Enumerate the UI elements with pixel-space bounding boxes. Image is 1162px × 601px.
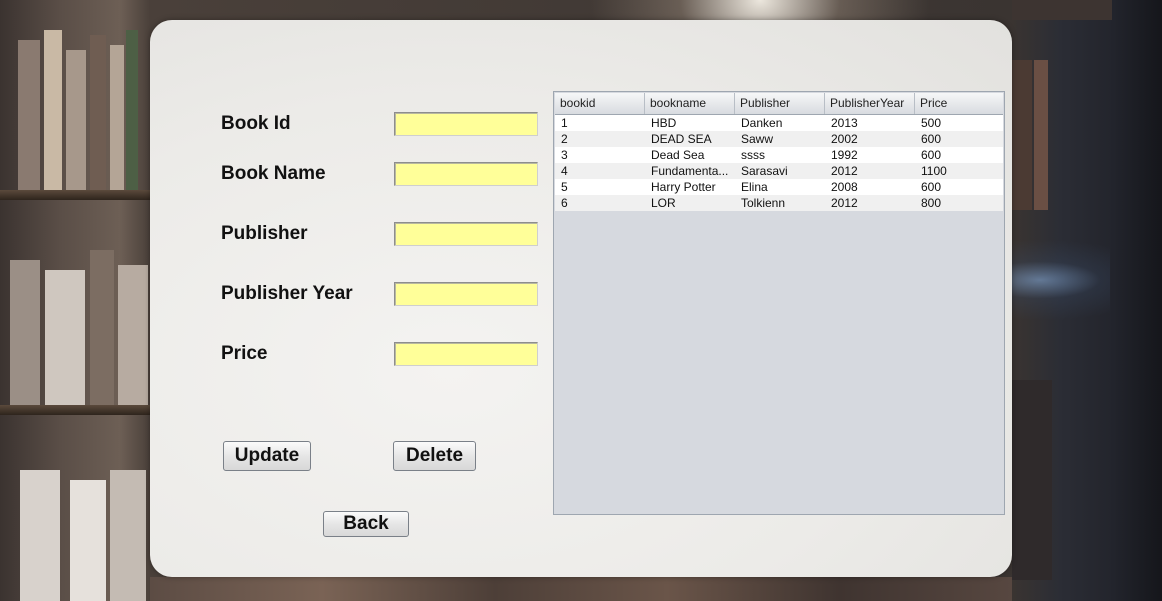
cell-bookname: Harry Potter [651, 180, 716, 194]
cell-price: 500 [921, 116, 942, 130]
table-row[interactable]: 6 LOR Tolkienn 2012 800 [555, 195, 1003, 211]
cell-publisheryear: 2002 [831, 132, 858, 146]
cell-publisher: Saww [741, 132, 774, 146]
cell-price: 600 [921, 132, 942, 146]
update-button[interactable]: Update [223, 441, 311, 471]
back-button[interactable]: Back [323, 511, 409, 537]
cell-price: 1100 [921, 164, 947, 178]
table-header: bookid bookname Publisher PublisherYear … [555, 93, 1003, 115]
delete-button[interactable]: Delete [393, 441, 476, 471]
cell-bookid: 5 [561, 180, 568, 194]
cell-price: 800 [921, 196, 942, 210]
book-spine [110, 470, 146, 601]
table-row[interactable]: 3 Dead Sea ssss 1992 600 [555, 147, 1003, 163]
cell-bookname: Fundamenta... [651, 164, 729, 178]
cell-bookid: 4 [561, 164, 568, 178]
book-id-label: Book Id [221, 113, 291, 134]
book-spine [150, 577, 1012, 601]
book-spine [126, 30, 138, 190]
cell-publisher: ssss [741, 148, 765, 162]
book-spine [110, 45, 124, 190]
shelf-board [0, 405, 150, 415]
book-spine [10, 260, 40, 405]
price-label: Price [221, 343, 268, 364]
book-spine [1110, 0, 1162, 601]
book-id-field[interactable] [394, 112, 538, 136]
column-header-price[interactable]: Price [915, 93, 1003, 114]
cell-bookid: 2 [561, 132, 568, 146]
book-spine [66, 50, 86, 190]
cell-publisheryear: 1992 [831, 148, 858, 162]
cell-bookid: 3 [561, 148, 568, 162]
book-spine [44, 30, 62, 190]
publisher-field[interactable] [394, 222, 538, 246]
cell-bookid: 1 [561, 116, 568, 130]
column-header-bookid[interactable]: bookid [555, 93, 645, 114]
table-row[interactable]: 5 Harry Potter Elina 2008 600 [555, 179, 1003, 195]
table-row[interactable]: 4 Fundamenta... Sarasavi 2012 1100 [555, 163, 1003, 179]
book-spine [20, 470, 60, 601]
cell-price: 600 [921, 148, 942, 162]
publisher-label: Publisher [221, 223, 308, 244]
book-spine [18, 40, 40, 190]
cell-publisheryear: 2012 [831, 196, 858, 210]
cell-publisher: Tolkienn [741, 196, 786, 210]
cell-bookname: Dead Sea [651, 148, 705, 162]
book-spine [1012, 380, 1052, 580]
shelf-board [0, 190, 150, 200]
book-spine [70, 480, 106, 601]
publisher-year-field[interactable] [394, 282, 538, 306]
column-header-bookname[interactable]: bookname [645, 93, 735, 114]
publisher-year-label: Publisher Year [221, 283, 353, 304]
book-name-label: Book Name [221, 163, 326, 184]
book-spine [1034, 60, 1048, 210]
column-header-publisher[interactable]: Publisher [735, 93, 825, 114]
table-row[interactable]: 1 HBD Danken 2013 500 [555, 115, 1003, 131]
cell-bookname: HBD [651, 116, 677, 130]
cell-publisher: Sarasavi [741, 164, 788, 178]
cell-publisheryear: 2012 [831, 164, 858, 178]
book-spine [1012, 0, 1112, 20]
cell-bookname: DEAD SEA [651, 132, 712, 146]
book-spine [90, 250, 114, 405]
cell-publisheryear: 2013 [831, 116, 858, 130]
cell-publisher: Danken [741, 116, 783, 130]
cell-publisheryear: 2008 [831, 180, 858, 194]
books-table[interactable]: bookid bookname Publisher PublisherYear … [553, 91, 1005, 515]
book-spine [90, 35, 106, 190]
cell-price: 600 [921, 180, 942, 194]
table-row[interactable]: 2 DEAD SEA Saww 2002 600 [555, 131, 1003, 147]
cell-bookname: LOR [651, 196, 676, 210]
price-field[interactable] [394, 342, 538, 366]
book-spine [1012, 60, 1032, 210]
book-spine [45, 270, 85, 405]
book-spine [118, 265, 148, 405]
cell-publisher: Elina [741, 180, 768, 194]
column-header-publisheryear[interactable]: PublisherYear [825, 93, 915, 114]
book-name-field[interactable] [394, 162, 538, 186]
cell-bookid: 6 [561, 196, 568, 210]
